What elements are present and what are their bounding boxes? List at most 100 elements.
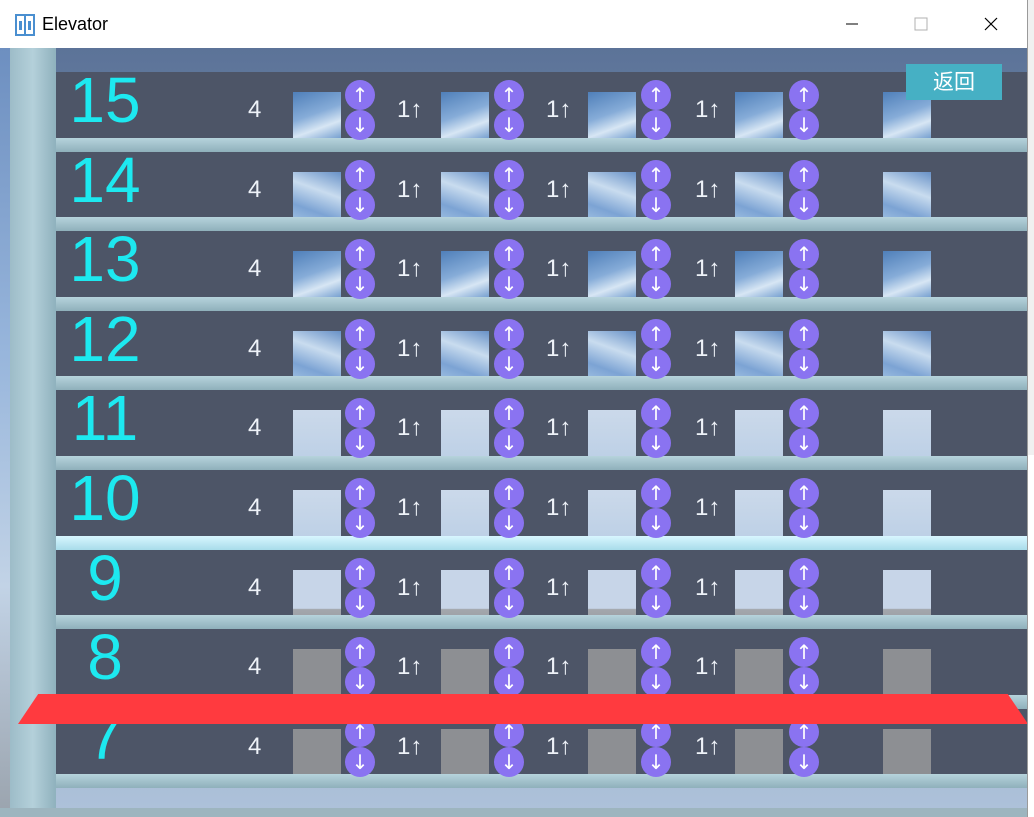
call-down-button[interactable]: ↓	[494, 746, 524, 777]
minimize-icon	[846, 23, 858, 25]
elevator-door-2	[441, 490, 489, 538]
call-down-button[interactable]: ↓	[641, 269, 671, 300]
elevator-door-5	[883, 251, 931, 300]
elevator-load-count: 1↑	[397, 255, 423, 283]
elevator-load-count: 1↑	[397, 494, 423, 521]
elevator-scene: 15 4 1↑ 1↑ 1↑ ↑ ↓ ↑ ↓ ↑ ↓ ↑ ↓ 14 4 1↑ 1↑ 1↑ ↑ ↓ ↑ ↓ ↑ ↓ ↑ ↓ 13 4 1↑ 1…	[0, 48, 1027, 817]
close-button[interactable]	[956, 0, 1026, 48]
call-up-button[interactable]: ↑	[494, 557, 524, 588]
call-down-button[interactable]: ↓	[494, 667, 524, 698]
elevator-load-count: 1↑	[397, 96, 423, 123]
call-up-button[interactable]: ↑	[494, 159, 524, 190]
elevator-load-count: 1↑	[397, 653, 423, 681]
call-up-button[interactable]: ↑	[494, 239, 524, 270]
call-down-button[interactable]: ↓	[494, 269, 524, 300]
elevator-door-1	[293, 649, 341, 698]
call-down-button[interactable]: ↓	[641, 587, 671, 618]
call-down-button[interactable]: ↓	[345, 587, 375, 618]
back-button[interactable]: 返回	[906, 64, 1002, 100]
call-down-button[interactable]: ↓	[641, 746, 671, 777]
call-down-button[interactable]: ↓	[789, 428, 819, 459]
call-up-button[interactable]: ↑	[494, 637, 524, 668]
call-up-button[interactable]: ↑	[789, 159, 819, 190]
call-up-button[interactable]: ↑	[345, 239, 375, 270]
call-up-button[interactable]: ↑	[345, 159, 375, 190]
elevator-door-4	[735, 251, 783, 300]
call-up-button[interactable]: ↑	[641, 318, 671, 349]
call-up-button[interactable]: ↑	[789, 398, 819, 429]
call-down-button[interactable]: ↓	[789, 746, 819, 777]
call-down-button[interactable]: ↓	[494, 428, 524, 459]
call-button-pair: ↑ ↓	[641, 398, 671, 459]
call-down-button[interactable]: ↓	[789, 269, 819, 300]
title-bar[interactable]: Elevator	[0, 0, 1027, 48]
call-down-button[interactable]: ↓	[494, 587, 524, 618]
elevator-door-5	[883, 649, 931, 698]
elevator-load-count: 4	[248, 334, 262, 362]
call-up-button[interactable]: ↑	[789, 318, 819, 349]
call-up-button[interactable]: ↑	[345, 478, 375, 508]
call-up-button[interactable]: ↑	[789, 478, 819, 508]
call-up-button[interactable]: ↑	[641, 637, 671, 668]
call-down-button[interactable]: ↓	[641, 189, 671, 220]
elevator-door-1	[293, 251, 341, 300]
call-up-button[interactable]: ↑	[345, 557, 375, 588]
call-up-button[interactable]: ↑	[789, 637, 819, 668]
minimize-button[interactable]	[817, 0, 887, 48]
call-down-button[interactable]: ↓	[641, 667, 671, 698]
elevator-load-count: 1↑	[695, 255, 721, 283]
call-up-button[interactable]: ↑	[345, 637, 375, 668]
elevator-door-2	[441, 410, 489, 459]
call-up-button[interactable]: ↑	[641, 80, 671, 110]
call-up-button[interactable]: ↑	[641, 557, 671, 588]
call-down-button[interactable]: ↓	[345, 428, 375, 459]
call-up-button[interactable]: ↑	[494, 80, 524, 110]
call-up-button[interactable]: ↑	[789, 80, 819, 110]
call-down-button[interactable]: ↓	[641, 110, 671, 140]
maximize-button[interactable]	[886, 0, 956, 48]
call-down-button[interactable]: ↓	[789, 587, 819, 618]
call-up-button[interactable]: ↑	[494, 398, 524, 429]
call-down-button[interactable]: ↓	[345, 667, 375, 698]
elevator-load-count: 4	[248, 414, 262, 442]
call-down-button[interactable]: ↓	[345, 746, 375, 777]
call-up-button[interactable]: ↑	[789, 557, 819, 588]
call-down-button[interactable]: ↓	[345, 189, 375, 220]
elevator-load-count: 1↑	[695, 334, 721, 362]
call-up-button[interactable]: ↑	[494, 318, 524, 349]
call-up-button[interactable]: ↑	[641, 239, 671, 270]
call-up-button[interactable]: ↑	[345, 318, 375, 349]
call-up-button[interactable]: ↑	[641, 398, 671, 429]
call-down-button[interactable]: ↓	[494, 348, 524, 379]
call-down-button[interactable]: ↓	[641, 428, 671, 459]
call-up-button[interactable]: ↑	[494, 478, 524, 508]
call-down-button[interactable]: ↓	[789, 667, 819, 698]
call-down-button[interactable]: ↓	[641, 508, 671, 538]
elevator-load-count: 1↑	[546, 653, 572, 681]
call-down-button[interactable]: ↓	[641, 348, 671, 379]
call-down-button[interactable]: ↓	[345, 110, 375, 140]
call-down-button[interactable]: ↓	[345, 508, 375, 538]
elevator-door-4	[735, 410, 783, 459]
call-up-button[interactable]: ↑	[345, 80, 375, 110]
elevator-door-4	[735, 330, 783, 379]
elevator-door-1	[293, 569, 341, 618]
call-down-button[interactable]: ↓	[789, 348, 819, 379]
call-down-button[interactable]: ↓	[345, 269, 375, 300]
call-down-button[interactable]: ↓	[494, 110, 524, 140]
call-down-button[interactable]: ↓	[345, 348, 375, 379]
call-down-button[interactable]: ↓	[789, 189, 819, 220]
call-up-button[interactable]: ↑	[345, 398, 375, 429]
call-button-pair: ↑ ↓	[494, 159, 524, 220]
call-down-button[interactable]: ↓	[789, 110, 819, 140]
call-up-button[interactable]: ↑	[641, 159, 671, 190]
maximize-icon	[914, 17, 928, 31]
elevator-load-count: 1↑	[546, 334, 572, 362]
call-down-button[interactable]: ↓	[789, 508, 819, 538]
call-up-button[interactable]: ↑	[641, 478, 671, 508]
elevator-door-4	[735, 728, 783, 777]
elevator-door-2	[441, 171, 489, 220]
call-up-button[interactable]: ↑	[789, 239, 819, 270]
call-down-button[interactable]: ↓	[494, 508, 524, 538]
call-down-button[interactable]: ↓	[494, 189, 524, 220]
